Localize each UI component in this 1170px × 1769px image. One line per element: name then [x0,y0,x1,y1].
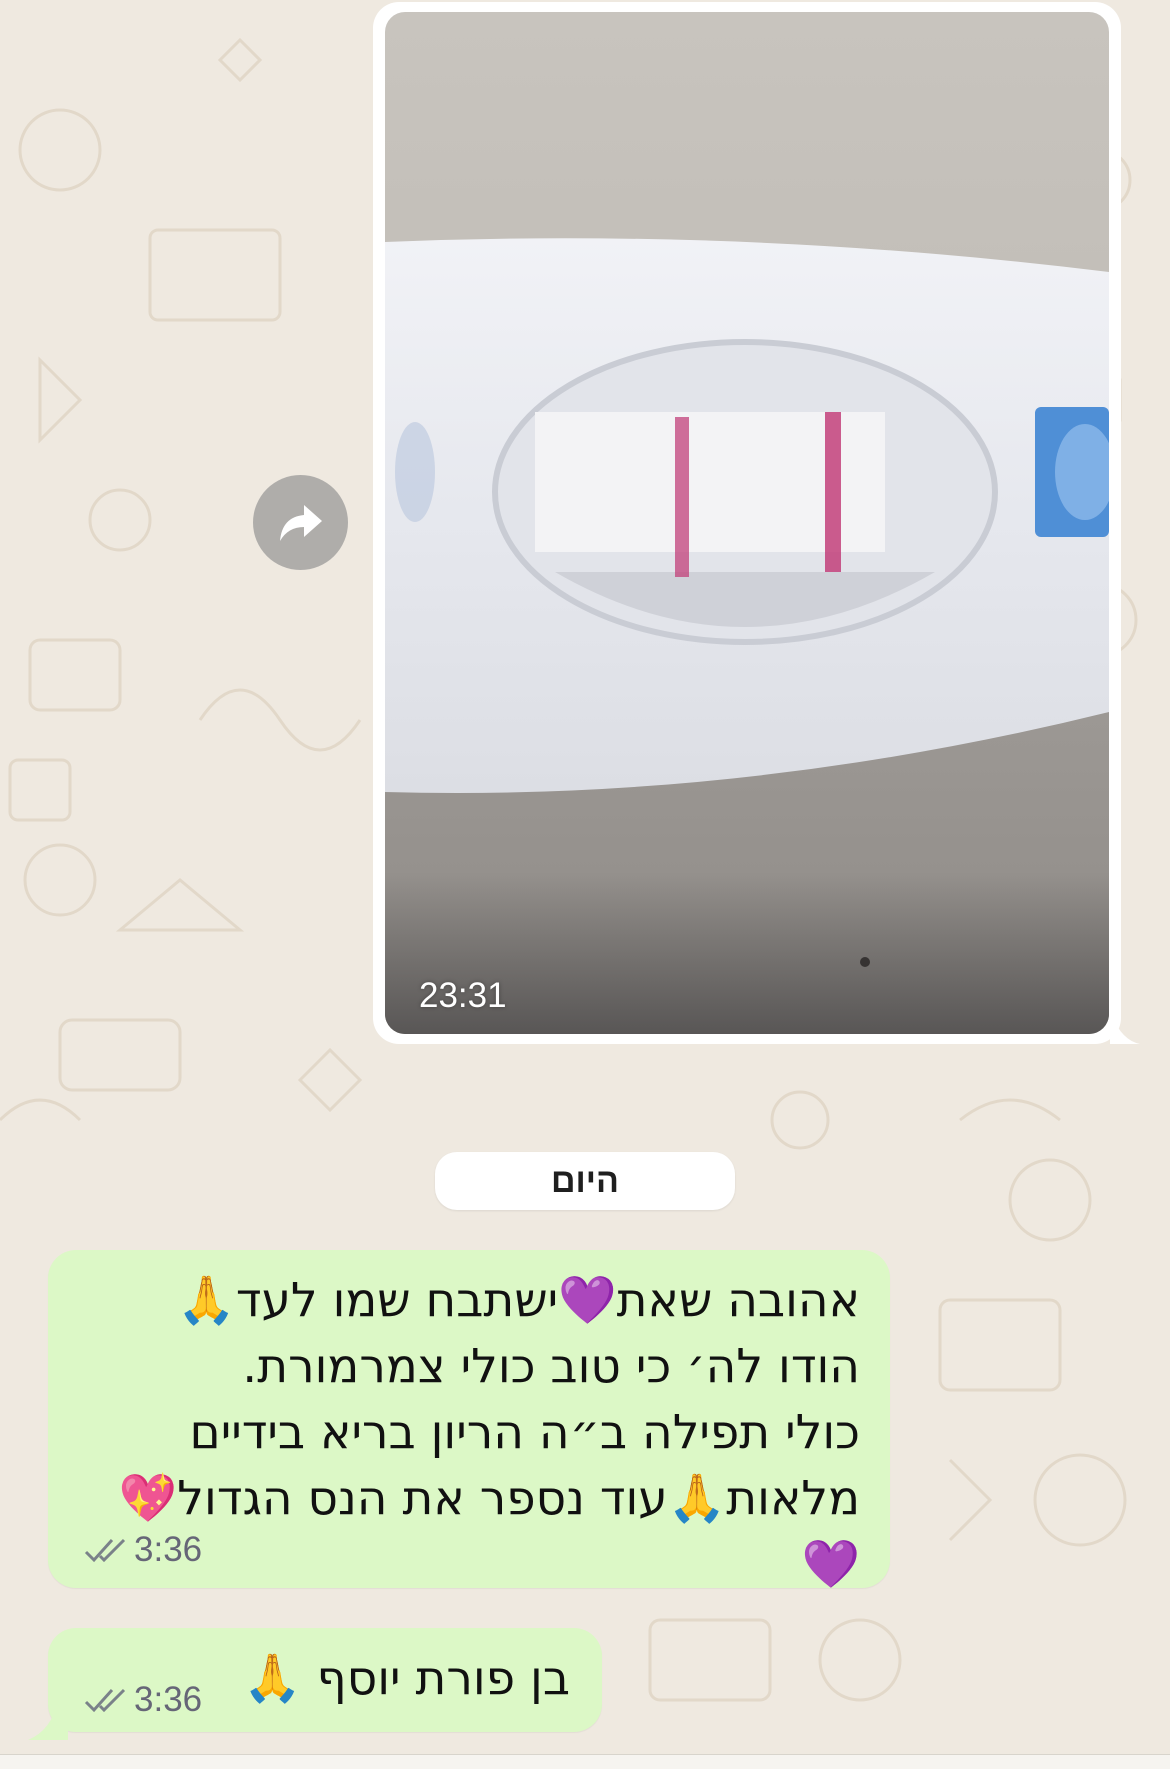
message-line: אהובה שאת💜ישתבח שמו לעד🙏 [177,1273,860,1328]
forward-icon [279,504,322,541]
image-message-bubble[interactable]: 23:31 [373,2,1121,1044]
outgoing-message-bubble[interactable]: בן פורת יוסף 🙏 3:36 [48,1628,602,1732]
message-line: הודו לה׳ כי טוב כולי צמרמורת. [242,1339,860,1394]
message-time: 3:36 [134,1680,203,1719]
message-text: בן פורת יוסף 🙏 [210,1646,570,1712]
control-line [675,417,689,577]
message-time: 3:36 [134,1530,203,1569]
image-timestamp: 23:31 [419,976,507,1015]
message-line: מלאות🙏עוד נספר את הנס הגדול💖 [118,1471,860,1526]
bubble-tail [28,1700,68,1740]
double-check-icon [84,1688,126,1713]
message-line: כולי תפילה ב״ה הריון בריא בידיים [189,1405,860,1460]
double-check-icon [84,1538,126,1563]
message-meta: 3:36 [84,1530,202,1570]
bubble-tail [1110,1010,1140,1044]
message-line: בן פורת יוסף 🙏 [243,1651,570,1706]
composer-divider [0,1754,1170,1769]
pregnancy-test-photo [385,12,1109,1034]
outgoing-message-bubble[interactable]: אהובה שאת💜ישתבח שמו לעד🙏 הודו לה׳ כי טוב… [48,1250,890,1592]
test-line [825,412,841,572]
forward-button[interactable] [253,475,348,570]
date-separator: היום [435,1152,735,1210]
message-photo[interactable]: 23:31 [385,12,1109,1034]
message-meta: 3:36 [84,1680,202,1720]
